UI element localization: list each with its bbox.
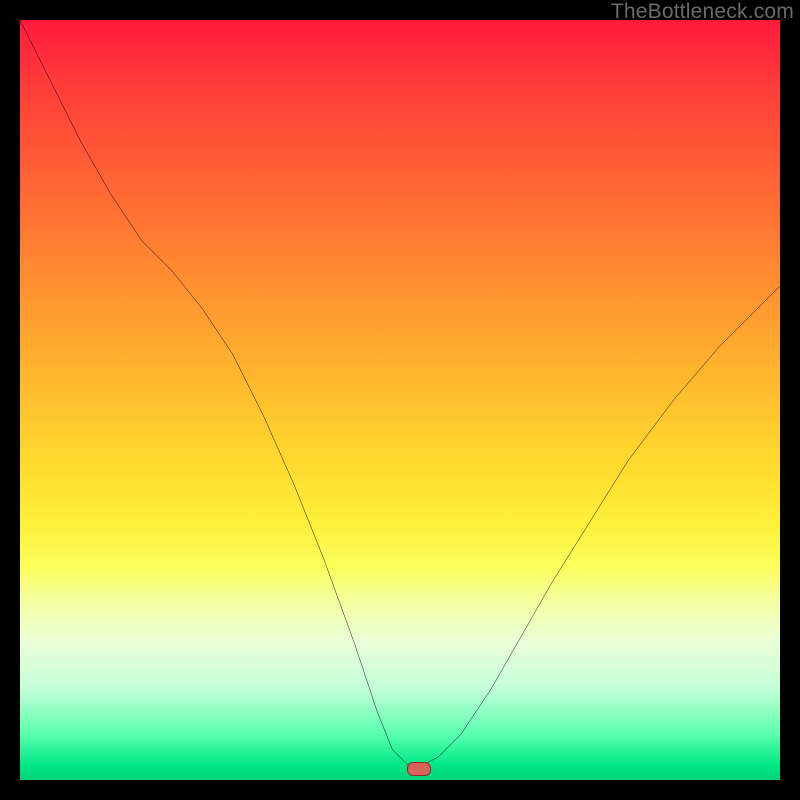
plot-area [20,20,780,780]
curve-path [20,20,780,765]
min-marker [407,762,431,776]
bottleneck-curve [20,20,780,780]
chart-frame: TheBottleneck.com [0,0,800,800]
